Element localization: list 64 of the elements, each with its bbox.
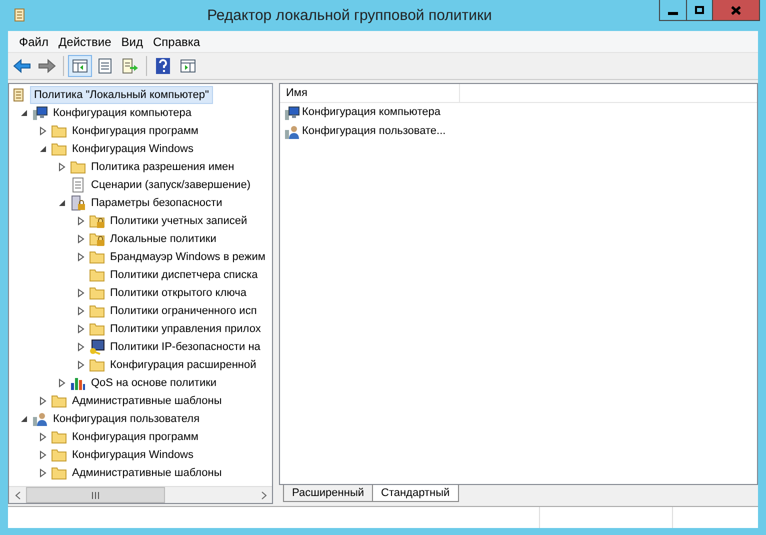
folder-icon: [89, 303, 105, 319]
document-icon: [70, 177, 86, 193]
monitor-key-icon: [89, 339, 105, 355]
tree-item[interactable]: Конфигурация программ: [70, 122, 200, 140]
folder-icon: [70, 159, 86, 175]
folder-icon: [51, 141, 67, 157]
tree-item[interactable]: Конфигурация пользователя: [51, 410, 202, 428]
menu-item[interactable]: Вид: [116, 32, 148, 50]
tab[interactable]: Расширенный: [283, 485, 373, 502]
tree-item[interactable]: Конфигурация расширенной: [108, 356, 258, 374]
maximize-icon: [695, 6, 704, 14]
minimize-icon: [668, 12, 678, 15]
tree-item[interactable]: Брандмауэр Windows в режим: [108, 248, 268, 266]
folder-icon: [89, 249, 105, 265]
tree-pane-icon[interactable]: [68, 55, 92, 77]
tree-item[interactable]: Административные шаблоны: [70, 392, 224, 410]
bar-chart-icon: [70, 375, 86, 391]
computer-icon: [32, 105, 48, 121]
tree-item[interactable]: Параметры безопасности: [89, 194, 224, 212]
tree-item[interactable]: Политики открытого ключа: [108, 284, 248, 302]
horizontal-scrollbar[interactable]: [9, 486, 272, 503]
locked-folder-icon: [89, 213, 105, 229]
server-lock-icon: [70, 195, 86, 211]
menu-item[interactable]: Действие: [54, 32, 116, 50]
folder-icon: [51, 429, 67, 445]
folder-icon: [89, 357, 105, 373]
close-button[interactable]: [713, 0, 759, 20]
scrollbar-thumb[interactable]: [26, 487, 165, 503]
folder-icon: [51, 465, 67, 481]
user-icon: [284, 124, 300, 140]
tree-item[interactable]: Политики IP-безопасности на: [108, 338, 262, 356]
menu-item[interactable]: Справка: [148, 32, 206, 50]
folder-icon: [51, 447, 67, 463]
tree-item[interactable]: Политики управления прилох: [108, 320, 263, 338]
tab[interactable]: Стандартный: [372, 485, 459, 502]
tree-item[interactable]: Административные шаблоны: [70, 464, 224, 482]
locked-folder-icon: [89, 231, 105, 247]
computer-icon: [284, 104, 300, 120]
list-item[interactable]: Конфигурация компьютера: [302, 104, 440, 121]
tree-item[interactable]: Локальные политики: [108, 230, 218, 248]
tree-item[interactable]: Конфигурация Windows: [70, 140, 196, 158]
tree-item[interactable]: Сценарии (запуск/завершение): [89, 176, 252, 194]
tree-item[interactable]: Конфигурация Windows: [70, 446, 196, 464]
list-item[interactable]: Конфигурация пользовате...: [302, 123, 446, 140]
folder-icon: [51, 123, 67, 139]
tree-item[interactable]: Конфигурация программ: [70, 428, 200, 446]
folder-icon: [89, 321, 105, 337]
folder-icon: [89, 267, 105, 283]
scroll-right-icon[interactable]: [260, 490, 266, 500]
tree-item[interactable]: QoS на основе политики: [89, 374, 219, 392]
tree-item[interactable]: Политика "Локальный компьютер": [30, 86, 213, 104]
tree-item[interactable]: Политики учетных записей: [108, 212, 250, 230]
scroll-left-icon[interactable]: [14, 490, 20, 500]
user-icon: [32, 411, 48, 427]
folder-icon: [89, 285, 105, 301]
tree-item[interactable]: Политики диспетчера списка: [108, 266, 260, 284]
menu-item[interactable]: Файл: [14, 32, 54, 50]
column-header[interactable]: Имя: [280, 84, 460, 102]
folder-icon: [51, 393, 67, 409]
tree-item[interactable]: Политика разрешения имен: [89, 158, 236, 176]
tree-item[interactable]: Политики ограниченного исп: [108, 302, 259, 320]
tree-item[interactable]: Конфигурация компьютера: [51, 104, 194, 122]
close-icon: [731, 6, 741, 14]
window-title: Редактор локальной групповой политики: [206, 6, 493, 26]
